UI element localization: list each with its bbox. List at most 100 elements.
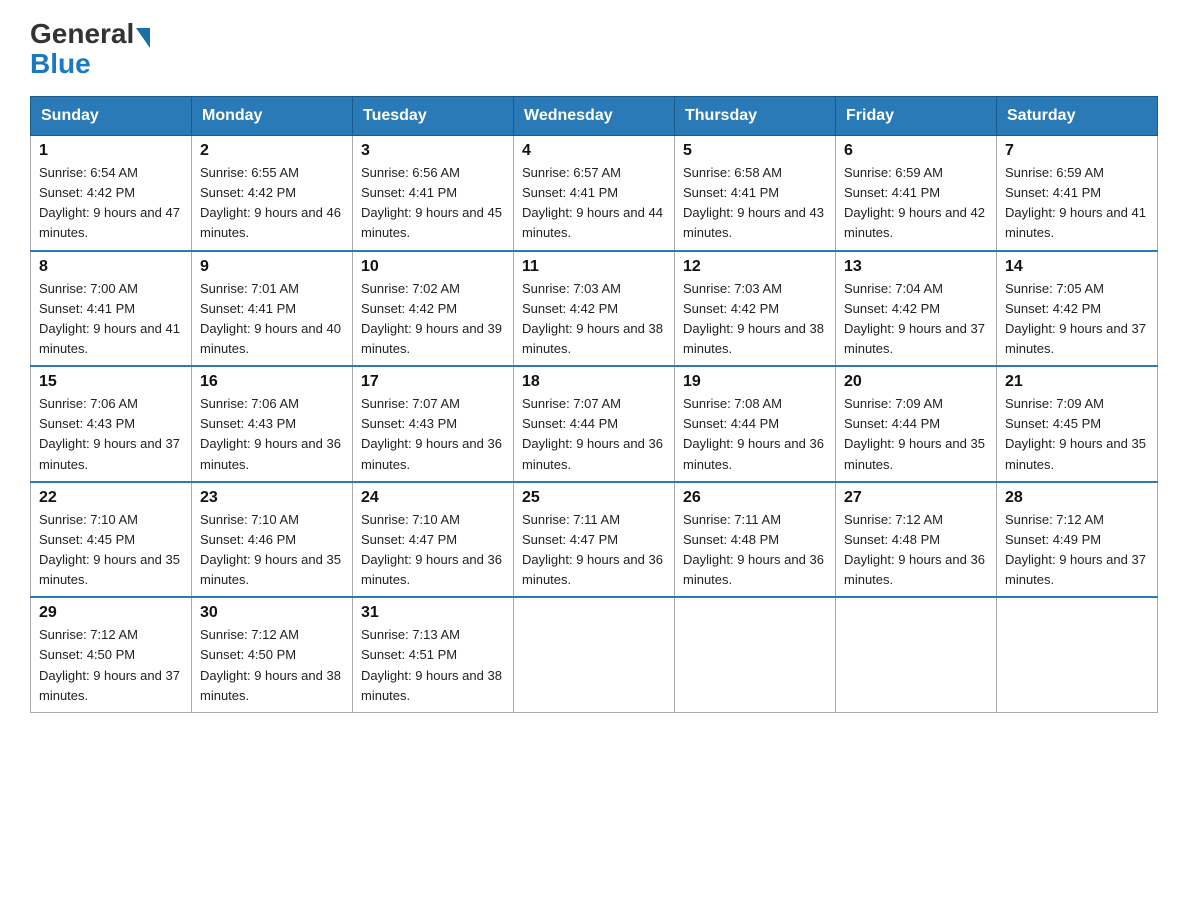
calendar-cell: 21Sunrise: 7:09 AMSunset: 4:45 PMDayligh… <box>997 366 1158 482</box>
calendar-cell: 4 Sunrise: 6:57 AMSunset: 4:41 PMDaylight… <box>514 136 675 251</box>
calendar-cell: 31 Sunrise: 7:13 AMSunset: 4:51 PMDayligh… <box>353 597 514 712</box>
logo-general-text: General <box>30 20 134 48</box>
day-info: Sunrise: 7:05 AMSunset: 4:42 PMDaylight:… <box>1005 279 1149 360</box>
day-number: 11 <box>522 258 666 276</box>
day-info: Sunrise: 7:03 AMSunset: 4:42 PMDaylight:… <box>683 279 827 360</box>
calendar-cell: 28 Sunrise: 7:12 AMSunset: 4:49 PMDayligh… <box>997 482 1158 598</box>
day-info: Sunrise: 6:57 AMSunset: 4:41 PMDaylight:… <box>522 163 666 244</box>
day-number: 30 <box>200 604 344 622</box>
calendar-cell: 22 Sunrise: 7:10 AMSunset: 4:45 PMDayligh… <box>31 482 192 598</box>
day-info: Sunrise: 7:07 AMSunset: 4:43 PMDaylight:… <box>361 394 505 475</box>
calendar-cell: 15Sunrise: 7:06 AMSunset: 4:43 PMDayligh… <box>31 366 192 482</box>
day-number: 5 <box>683 142 827 160</box>
weekday-header-friday: Friday <box>836 97 997 136</box>
calendar-week-row: 22 Sunrise: 7:10 AMSunset: 4:45 PMDayligh… <box>31 482 1158 598</box>
day-number: 12 <box>683 258 827 276</box>
calendar-cell: 29 Sunrise: 7:12 AMSunset: 4:50 PMDayligh… <box>31 597 192 712</box>
day-number: 26 <box>683 489 827 507</box>
day-info: Sunrise: 7:07 AMSunset: 4:44 PMDaylight:… <box>522 394 666 475</box>
day-number: 9 <box>200 258 344 276</box>
calendar-table: SundayMondayTuesdayWednesdayThursdayFrid… <box>30 96 1158 713</box>
day-number: 18 <box>522 373 666 391</box>
day-number: 19 <box>683 373 827 391</box>
calendar-cell: 14 Sunrise: 7:05 AMSunset: 4:42 PMDayligh… <box>997 251 1158 367</box>
day-number: 10 <box>361 258 505 276</box>
day-info: Sunrise: 7:06 AMSunset: 4:43 PMDaylight:… <box>200 394 344 475</box>
weekday-header-saturday: Saturday <box>997 97 1158 136</box>
calendar-cell: 10 Sunrise: 7:02 AMSunset: 4:42 PMDayligh… <box>353 251 514 367</box>
calendar-cell: 20 Sunrise: 7:09 AMSunset: 4:44 PMDayligh… <box>836 366 997 482</box>
calendar-cell: 16 Sunrise: 7:06 AMSunset: 4:43 PMDayligh… <box>192 366 353 482</box>
day-number: 29 <box>39 604 183 622</box>
day-info: Sunrise: 7:00 AMSunset: 4:41 PMDaylight:… <box>39 279 183 360</box>
calendar-cell: 13Sunrise: 7:04 AMSunset: 4:42 PMDayligh… <box>836 251 997 367</box>
day-info: Sunrise: 7:11 AMSunset: 4:48 PMDaylight:… <box>683 510 827 591</box>
day-number: 1 <box>39 142 183 160</box>
day-number: 31 <box>361 604 505 622</box>
day-info: Sunrise: 7:13 AMSunset: 4:51 PMDaylight:… <box>361 625 505 706</box>
day-number: 6 <box>844 142 988 160</box>
day-info: Sunrise: 7:04 AMSunset: 4:42 PMDaylight:… <box>844 279 988 360</box>
logo-arrow-icon <box>136 28 150 48</box>
day-info: Sunrise: 7:06 AMSunset: 4:43 PMDaylight:… <box>39 394 183 475</box>
day-info: Sunrise: 7:10 AMSunset: 4:46 PMDaylight:… <box>200 510 344 591</box>
calendar-cell: 23 Sunrise: 7:10 AMSunset: 4:46 PMDayligh… <box>192 482 353 598</box>
day-info: Sunrise: 7:12 AMSunset: 4:48 PMDaylight:… <box>844 510 988 591</box>
day-number: 22 <box>39 489 183 507</box>
logo: General Blue <box>30 20 152 80</box>
day-info: Sunrise: 7:12 AMSunset: 4:50 PMDaylight:… <box>39 625 183 706</box>
calendar-cell <box>514 597 675 712</box>
day-number: 14 <box>1005 258 1149 276</box>
calendar-cell: 19 Sunrise: 7:08 AMSunset: 4:44 PMDayligh… <box>675 366 836 482</box>
calendar-cell: 17 Sunrise: 7:07 AMSunset: 4:43 PMDayligh… <box>353 366 514 482</box>
calendar-cell: 11 Sunrise: 7:03 AMSunset: 4:42 PMDayligh… <box>514 251 675 367</box>
day-info: Sunrise: 7:02 AMSunset: 4:42 PMDaylight:… <box>361 279 505 360</box>
weekday-header-monday: Monday <box>192 97 353 136</box>
page-header: General Blue <box>30 20 1158 80</box>
day-number: 23 <box>200 489 344 507</box>
day-number: 16 <box>200 373 344 391</box>
day-number: 4 <box>522 142 666 160</box>
calendar-cell: 2 Sunrise: 6:55 AMSunset: 4:42 PMDaylight… <box>192 136 353 251</box>
weekday-header-thursday: Thursday <box>675 97 836 136</box>
day-info: Sunrise: 6:56 AMSunset: 4:41 PMDaylight:… <box>361 163 505 244</box>
day-info: Sunrise: 6:55 AMSunset: 4:42 PMDaylight:… <box>200 163 344 244</box>
day-info: Sunrise: 7:11 AMSunset: 4:47 PMDaylight:… <box>522 510 666 591</box>
calendar-week-row: 1 Sunrise: 6:54 AMSunset: 4:42 PMDaylight… <box>31 136 1158 251</box>
weekday-header-tuesday: Tuesday <box>353 97 514 136</box>
day-info: Sunrise: 7:09 AMSunset: 4:44 PMDaylight:… <box>844 394 988 475</box>
weekday-header-row: SundayMondayTuesdayWednesdayThursdayFrid… <box>31 97 1158 136</box>
calendar-week-row: 15Sunrise: 7:06 AMSunset: 4:43 PMDayligh… <box>31 366 1158 482</box>
calendar-cell <box>997 597 1158 712</box>
day-number: 2 <box>200 142 344 160</box>
day-number: 21 <box>1005 373 1149 391</box>
day-info: Sunrise: 7:12 AMSunset: 4:50 PMDaylight:… <box>200 625 344 706</box>
weekday-header-sunday: Sunday <box>31 97 192 136</box>
calendar-cell <box>675 597 836 712</box>
day-info: Sunrise: 6:59 AMSunset: 4:41 PMDaylight:… <box>844 163 988 244</box>
day-info: Sunrise: 6:58 AMSunset: 4:41 PMDaylight:… <box>683 163 827 244</box>
calendar-cell: 18 Sunrise: 7:07 AMSunset: 4:44 PMDayligh… <box>514 366 675 482</box>
calendar-week-row: 29 Sunrise: 7:12 AMSunset: 4:50 PMDayligh… <box>31 597 1158 712</box>
calendar-cell: 27Sunrise: 7:12 AMSunset: 4:48 PMDayligh… <box>836 482 997 598</box>
day-number: 3 <box>361 142 505 160</box>
calendar-cell: 6 Sunrise: 6:59 AMSunset: 4:41 PMDaylight… <box>836 136 997 251</box>
day-info: Sunrise: 7:10 AMSunset: 4:45 PMDaylight:… <box>39 510 183 591</box>
day-number: 7 <box>1005 142 1149 160</box>
day-number: 17 <box>361 373 505 391</box>
logo-blue-text: Blue <box>30 48 91 80</box>
day-info: Sunrise: 6:59 AMSunset: 4:41 PMDaylight:… <box>1005 163 1149 244</box>
day-number: 28 <box>1005 489 1149 507</box>
day-number: 20 <box>844 373 988 391</box>
calendar-cell: 26 Sunrise: 7:11 AMSunset: 4:48 PMDayligh… <box>675 482 836 598</box>
day-info: Sunrise: 7:03 AMSunset: 4:42 PMDaylight:… <box>522 279 666 360</box>
calendar-cell: 7 Sunrise: 6:59 AMSunset: 4:41 PMDaylight… <box>997 136 1158 251</box>
day-info: Sunrise: 6:54 AMSunset: 4:42 PMDaylight:… <box>39 163 183 244</box>
calendar-cell: 1 Sunrise: 6:54 AMSunset: 4:42 PMDaylight… <box>31 136 192 251</box>
calendar-week-row: 8Sunrise: 7:00 AMSunset: 4:41 PMDaylight… <box>31 251 1158 367</box>
calendar-cell: 24Sunrise: 7:10 AMSunset: 4:47 PMDayligh… <box>353 482 514 598</box>
calendar-cell: 9 Sunrise: 7:01 AMSunset: 4:41 PMDaylight… <box>192 251 353 367</box>
day-info: Sunrise: 7:01 AMSunset: 4:41 PMDaylight:… <box>200 279 344 360</box>
day-info: Sunrise: 7:12 AMSunset: 4:49 PMDaylight:… <box>1005 510 1149 591</box>
day-info: Sunrise: 7:08 AMSunset: 4:44 PMDaylight:… <box>683 394 827 475</box>
